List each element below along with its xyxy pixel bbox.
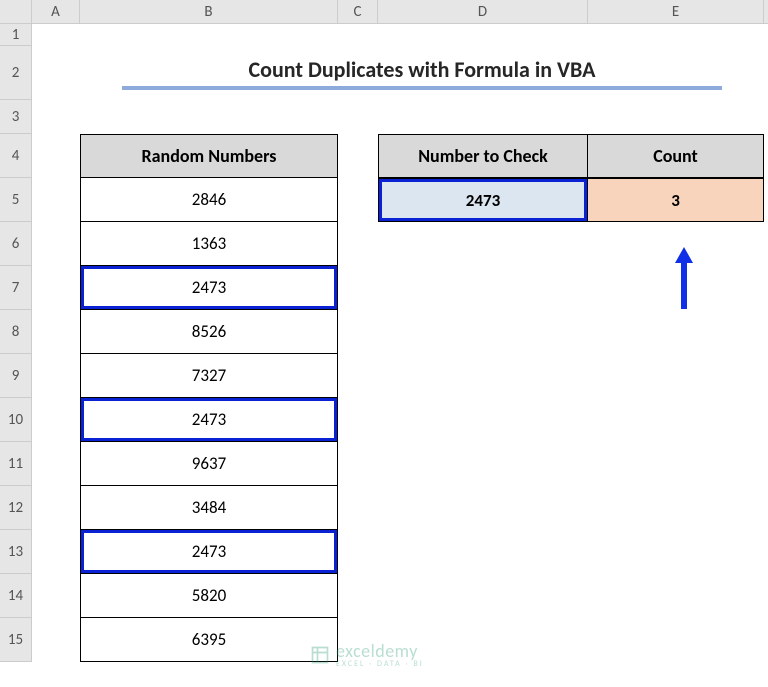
- column-headers-row: A B C D E: [0, 0, 768, 24]
- cell-E11[interactable]: [588, 442, 764, 486]
- cell-C8[interactable]: [338, 310, 378, 354]
- cell-A6[interactable]: [32, 222, 80, 266]
- cell-D7[interactable]: [378, 266, 588, 310]
- cell-D13[interactable]: [378, 530, 588, 574]
- cell-D12[interactable]: [378, 486, 588, 530]
- cell-B1[interactable]: [80, 24, 338, 46]
- cell-C12[interactable]: [338, 486, 378, 530]
- title-underline: [122, 86, 722, 90]
- row-header-14[interactable]: 14: [0, 574, 32, 618]
- cell-A3[interactable]: [32, 100, 80, 134]
- cell-B13[interactable]: 2473: [80, 530, 338, 574]
- cell-B6[interactable]: 1363: [80, 222, 338, 266]
- row-header-4[interactable]: 4: [0, 134, 32, 178]
- cell-A7[interactable]: [32, 266, 80, 310]
- cell-A1[interactable]: [32, 24, 80, 46]
- cell-A8[interactable]: [32, 310, 80, 354]
- cell-C9[interactable]: [338, 354, 378, 398]
- cell-D10[interactable]: [378, 398, 588, 442]
- cell-C3[interactable]: [338, 100, 378, 134]
- row-header-3[interactable]: 3: [0, 100, 32, 134]
- cell-B9[interactable]: 7327: [80, 354, 338, 398]
- cell-A15[interactable]: [32, 618, 80, 662]
- cell-A14[interactable]: [32, 574, 80, 618]
- cell-B14[interactable]: 5820: [80, 574, 338, 618]
- cell-B5[interactable]: 2846: [80, 178, 338, 222]
- col-header-A[interactable]: A: [32, 0, 80, 23]
- cell-A2[interactable]: [32, 46, 80, 100]
- cell-C11[interactable]: [338, 442, 378, 486]
- cell-B12[interactable]: 3484: [80, 486, 338, 530]
- col-header-D[interactable]: D: [378, 0, 588, 23]
- cell-C13[interactable]: [338, 530, 378, 574]
- cell-C10[interactable]: [338, 398, 378, 442]
- cell-E10[interactable]: [588, 398, 764, 442]
- cell-A9[interactable]: [32, 354, 80, 398]
- cell-D14[interactable]: [378, 574, 588, 618]
- col-header-E[interactable]: E: [588, 0, 764, 23]
- worksheet: A B C D E 1 2 Count Duplicates with Form…: [0, 0, 768, 662]
- cell-A11[interactable]: [32, 442, 80, 486]
- cell-D6[interactable]: [378, 222, 588, 266]
- cell-B7[interactable]: 2473: [80, 266, 338, 310]
- cell-C6[interactable]: [338, 222, 378, 266]
- page-title: Count Duplicates with Formula in VBA: [249, 56, 596, 86]
- cell-D8[interactable]: [378, 310, 588, 354]
- col-header-C[interactable]: C: [338, 0, 378, 23]
- cell-C14[interactable]: [338, 574, 378, 618]
- row-header-6[interactable]: 6: [0, 222, 32, 266]
- row-header-15[interactable]: 15: [0, 618, 32, 662]
- row-header-5[interactable]: 5: [0, 178, 32, 222]
- cell-E7[interactable]: [588, 266, 764, 310]
- row-header-9[interactable]: 9: [0, 354, 32, 398]
- cell-A5[interactable]: [32, 178, 80, 222]
- cell-D3[interactable]: [378, 100, 588, 134]
- cell-E13[interactable]: [588, 530, 764, 574]
- cell-E15[interactable]: [588, 618, 764, 662]
- header-count[interactable]: Count: [588, 134, 764, 178]
- cell-B11[interactable]: 9637: [80, 442, 338, 486]
- cell-A10[interactable]: [32, 398, 80, 442]
- cell-E8[interactable]: [588, 310, 764, 354]
- cell-B3[interactable]: [80, 100, 338, 134]
- cell-number-to-check[interactable]: 2473: [378, 178, 588, 222]
- cell-count-result[interactable]: 3: [588, 178, 764, 222]
- cell-A12[interactable]: [32, 486, 80, 530]
- cell-D11[interactable]: [378, 442, 588, 486]
- header-random-numbers[interactable]: Random Numbers: [80, 134, 338, 178]
- row-header-2[interactable]: 2: [0, 46, 32, 100]
- cell-E1[interactable]: [588, 24, 764, 46]
- cell-B8[interactable]: 8526: [80, 310, 338, 354]
- header-number-to-check[interactable]: Number to Check: [378, 134, 588, 178]
- title-merged-cell[interactable]: Count Duplicates with Formula in VBA: [80, 46, 764, 100]
- cell-E6[interactable]: [588, 222, 764, 266]
- row-header-7[interactable]: 7: [0, 266, 32, 310]
- cell-C7[interactable]: [338, 266, 378, 310]
- row-header-8[interactable]: 8: [0, 310, 32, 354]
- cell-E12[interactable]: [588, 486, 764, 530]
- row-header-11[interactable]: 11: [0, 442, 32, 486]
- cell-E3[interactable]: [588, 100, 764, 134]
- col-header-B[interactable]: B: [80, 0, 338, 23]
- cell-C1[interactable]: [338, 24, 378, 46]
- row-header-13[interactable]: 13: [0, 530, 32, 574]
- cell-E9[interactable]: [588, 354, 764, 398]
- cell-E14[interactable]: [588, 574, 764, 618]
- cell-C4[interactable]: [338, 134, 378, 178]
- cell-B10[interactable]: 2473: [80, 398, 338, 442]
- cell-C5[interactable]: [338, 178, 378, 222]
- cell-D15[interactable]: [378, 618, 588, 662]
- cell-D1[interactable]: [378, 24, 588, 46]
- select-all-corner[interactable]: [0, 0, 32, 23]
- row-header-1[interactable]: 1: [0, 24, 32, 46]
- row-header-10[interactable]: 10: [0, 398, 32, 442]
- row-header-12[interactable]: 12: [0, 486, 32, 530]
- cell-A4[interactable]: [32, 134, 80, 178]
- cell-B15[interactable]: 6395: [80, 618, 338, 662]
- cell-A13[interactable]: [32, 530, 80, 574]
- cell-C15[interactable]: [338, 618, 378, 662]
- cell-D9[interactable]: [378, 354, 588, 398]
